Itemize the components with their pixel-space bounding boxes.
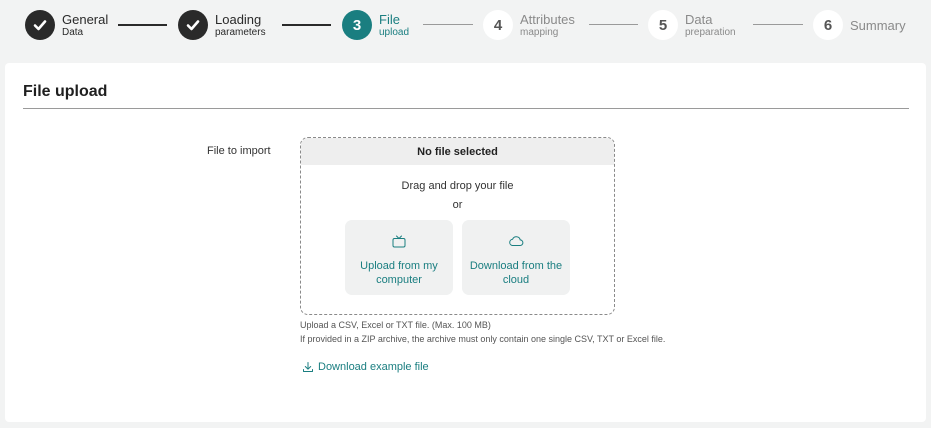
section-title: File upload — [23, 83, 108, 100]
check-icon — [178, 10, 208, 40]
step-attributes-mapping[interactable]: 4 Attributes mapping — [483, 10, 575, 40]
step-number: 3 — [342, 10, 372, 40]
step-title: Loading — [215, 11, 262, 27]
step-connector — [589, 24, 638, 25]
file-dropzone[interactable]: No file selected Drag and drop your file… — [300, 137, 615, 315]
step-connector — [423, 24, 473, 25]
section-divider — [23, 108, 909, 109]
step-subtitle: upload — [379, 26, 410, 38]
step-title: File — [379, 11, 400, 27]
step-subtitle: parameters — [215, 26, 266, 38]
step-connector — [753, 24, 803, 25]
wizard-stepper: General Data Loading parameters 3 File u… — [0, 0, 931, 50]
cloud-icon — [508, 234, 524, 248]
upload-from-computer-label: Upload from my computer — [360, 260, 438, 286]
download-from-cloud-button[interactable]: Download from the cloud — [462, 220, 570, 295]
step-title: Summary — [850, 17, 906, 33]
step-number: 4 — [483, 10, 513, 40]
drag-drop-text: Drag and drop your file — [401, 180, 514, 192]
step-subtitle: preparation — [685, 26, 736, 38]
file-format-hint: Upload a CSV, Excel or TXT file. (Max. 1… — [300, 320, 491, 330]
download-icon — [302, 361, 314, 373]
download-example-label: Download example file — [318, 361, 429, 373]
step-file-upload[interactable]: 3 File upload — [342, 10, 409, 40]
or-text: or — [452, 199, 463, 211]
step-loading-parameters[interactable]: Loading parameters — [178, 10, 266, 40]
step-general-data[interactable]: General Data — [25, 10, 108, 40]
tv-icon — [392, 234, 406, 248]
check-icon — [25, 10, 55, 40]
step-title: Data — [685, 11, 713, 27]
step-number: 5 — [648, 10, 678, 40]
step-subtitle: Data — [62, 26, 84, 38]
step-title: General — [62, 11, 109, 27]
zip-archive-hint: If provided in a ZIP archive, the archiv… — [300, 334, 666, 344]
file-to-import-label: File to import — [207, 145, 271, 157]
step-number: 6 — [813, 10, 843, 40]
file-upload-card: File upload File to import No file selec… — [5, 63, 926, 422]
step-title: Attributes — [520, 11, 575, 27]
step-subtitle: mapping — [520, 26, 559, 38]
step-connector — [118, 24, 167, 26]
step-data-preparation[interactable]: 5 Data preparation — [648, 10, 736, 40]
upload-from-computer-button[interactable]: Upload from my computer — [345, 220, 453, 295]
step-connector — [282, 24, 331, 26]
download-example-link[interactable]: Download example file — [302, 361, 429, 373]
step-summary[interactable]: 6 Summary — [813, 10, 906, 40]
download-from-cloud-label: Download from the cloud — [469, 260, 563, 286]
file-status: No file selected — [301, 138, 614, 165]
